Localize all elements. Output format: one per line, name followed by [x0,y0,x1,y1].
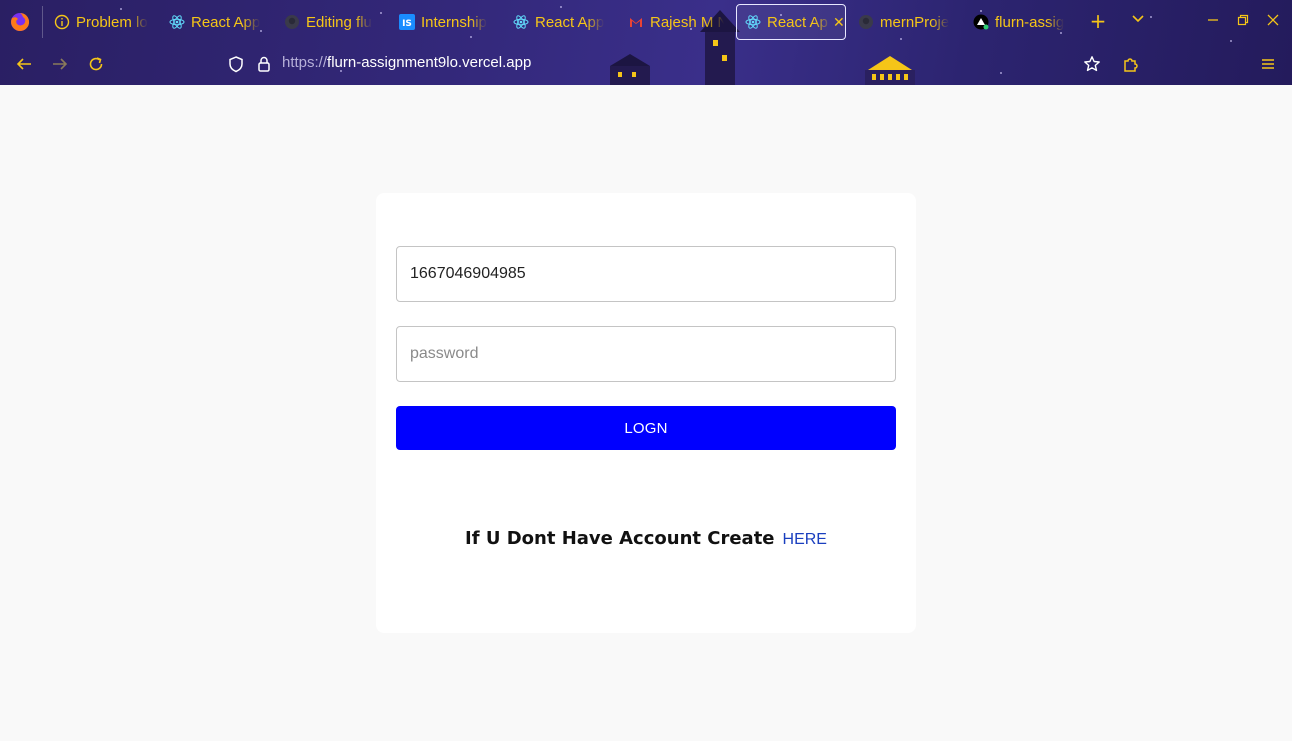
tab-react-app-1[interactable]: React App [169,4,267,40]
login-button[interactable]: LOGN [396,406,896,450]
reload-icon [89,57,103,71]
tab-internship[interactable]: IS Internship [399,4,493,40]
minimize-button[interactable] [1203,12,1223,32]
signup-prompt-text: If U Dont Have Account Create [465,528,775,549]
puzzle-icon [1124,58,1138,72]
react-icon [169,14,185,30]
tab-flurn-assignment[interactable]: flurn-assig [973,4,1069,40]
internshala-icon: IS [399,14,415,30]
password-input[interactable] [396,326,896,382]
tab-react-app-2[interactable]: React App [513,4,611,40]
username-input[interactable] [396,246,896,302]
login-card: LOGN If U Dont Have Account Create HERE [376,193,916,633]
restore-icon [1237,14,1249,26]
tab-label: React Ap [767,13,828,31]
github-icon [284,14,300,30]
back-arrow-icon [16,58,31,70]
bookmark-button[interactable] [1080,52,1104,76]
close-window-button[interactable] [1263,12,1283,32]
firefox-icon[interactable] [10,12,30,32]
restore-button[interactable] [1233,12,1253,32]
forward-button[interactable] [48,52,72,76]
react-icon [513,14,529,30]
tracking-protection-button[interactable] [224,52,248,76]
tab-label: mernProje [880,13,950,31]
chevron-down-icon [1132,15,1144,23]
svg-text:IS: IS [402,19,412,29]
forward-arrow-icon [53,58,68,70]
navigation-bar: https://flurn-assignment9lo.vercel.app [0,44,1292,85]
app-menu-button[interactable] [1256,52,1280,76]
gmail-icon [628,14,644,30]
tab-editing[interactable]: Editing flu [284,4,378,40]
signup-here-link[interactable]: HERE [783,531,827,548]
tab-react-app-active[interactable]: React Ap ✕ [736,4,846,40]
reload-button[interactable] [84,52,108,76]
info-icon [54,14,70,30]
tab-separator [42,6,43,38]
tab-label: Rajesh M N [650,13,724,31]
tab-gmail[interactable]: Rajesh M N [628,4,724,40]
hamburger-menu-icon [1262,59,1274,69]
minimize-icon [1208,19,1218,21]
tab-label: React App [535,13,605,31]
back-button[interactable] [12,52,36,76]
extensions-button[interactable] [1119,52,1143,76]
tab-label: Problem lo [76,13,148,31]
new-tab-button[interactable]: + [1086,10,1110,34]
lock-icon [258,56,270,72]
tab-label: Editing flu [306,13,372,31]
star-icon [1084,56,1100,72]
tab-label: Internship [421,13,487,31]
site-info-button[interactable] [252,52,276,76]
tab-bar: Problem lo React App Editing flu IS Inte… [0,0,1292,44]
tab-problem[interactable]: Problem lo [54,4,150,40]
address-bar[interactable]: https://flurn-assignment9lo.vercel.app [282,54,531,71]
react-icon [745,14,761,30]
vercel-icon [973,14,989,30]
list-all-tabs-button[interactable] [1126,10,1150,34]
url-host: flurn-assignment9lo.vercel.app [327,54,532,71]
browser-chrome: Problem lo React App Editing flu IS Inte… [0,0,1292,85]
close-tab-icon[interactable]: ✕ [833,14,845,31]
signup-prompt: If U Dont Have Account Create HERE [376,528,916,549]
shield-icon [229,56,243,73]
tab-label: flurn-assig [995,13,1065,31]
github-icon [858,14,874,30]
tab-mernproject[interactable]: mernProje [858,4,954,40]
url-scheme: https:// [282,54,328,71]
close-icon [1267,14,1279,26]
tab-label: React App [191,13,261,31]
